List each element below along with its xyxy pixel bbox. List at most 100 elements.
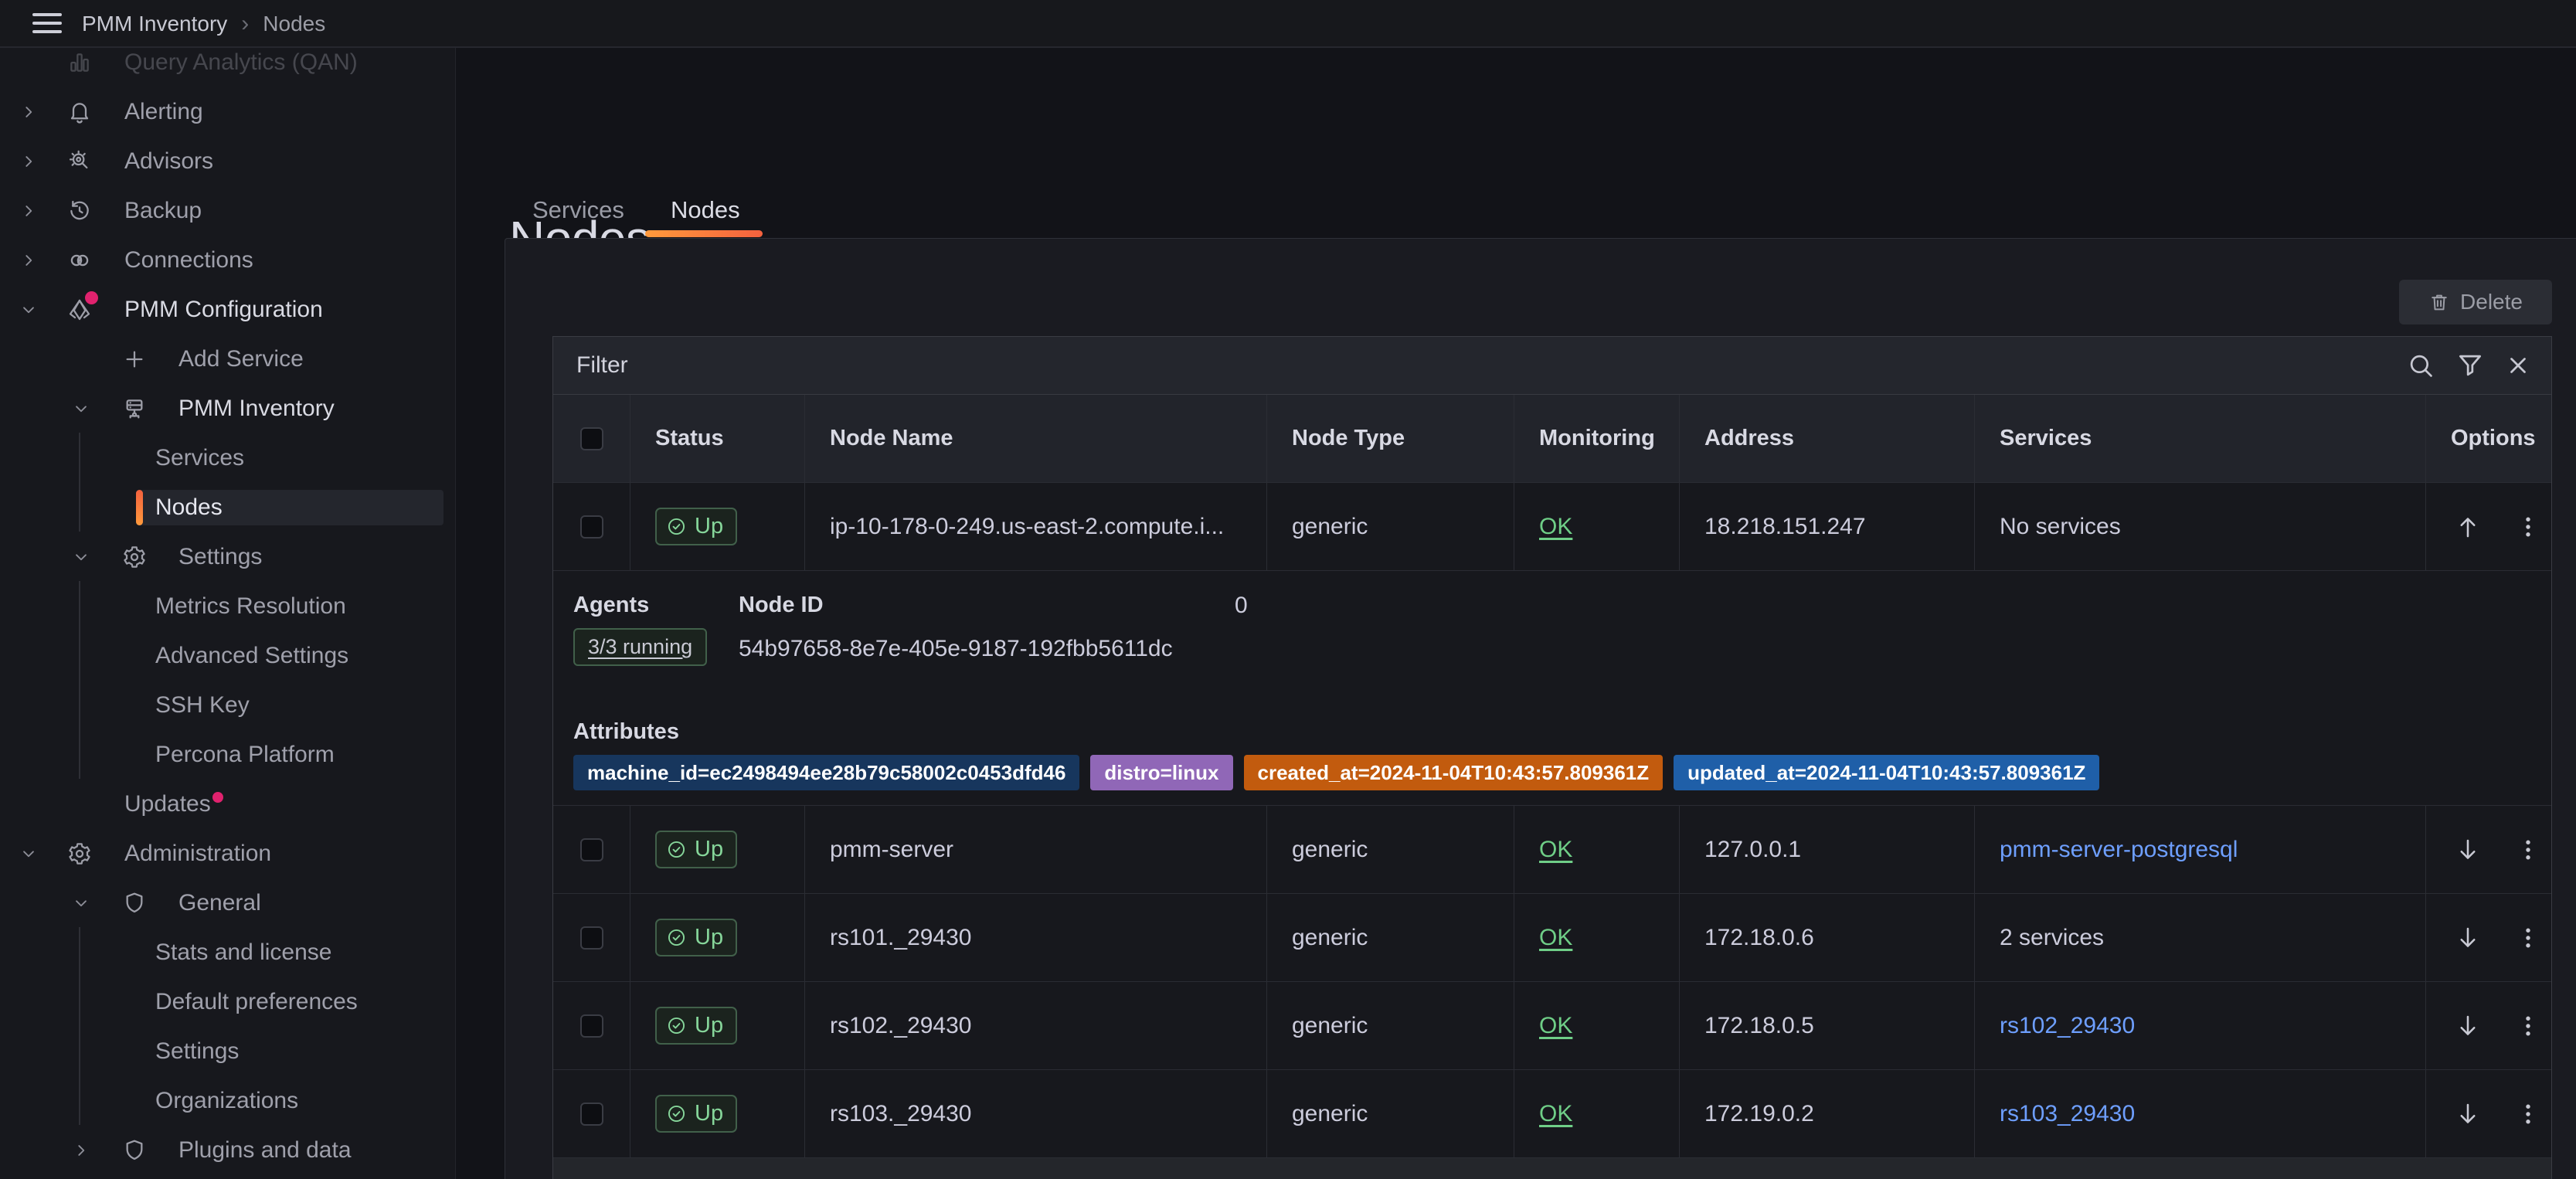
address-cell: 172.19.0.2: [1680, 1070, 1975, 1157]
status-cell: Up: [630, 806, 805, 893]
sidebar-item-label: Services: [155, 433, 244, 483]
row-checkbox[interactable]: [580, 1014, 603, 1038]
sidebar-item-label: Stats and license: [155, 928, 331, 977]
breadcrumb-pmm-inventory[interactable]: PMM Inventory: [82, 12, 227, 36]
sidebar-item-pmm-configuration[interactable]: PMM Configuration: [0, 285, 455, 335]
monitoring-link[interactable]: OK: [1539, 1013, 1572, 1039]
search-icon[interactable]: [2406, 351, 2435, 380]
qan-icon: [67, 50, 92, 75]
sidebar-item-label: Advanced Settings: [155, 631, 348, 681]
sidebar-item-administration[interactable]: Administration: [0, 829, 455, 878]
options-cell: [2426, 982, 2551, 1069]
tree-indent-guide: [79, 581, 80, 779]
chevron-right-icon[interactable]: [19, 201, 39, 221]
service-link[interactable]: rs102_29430: [2000, 1013, 2135, 1039]
collapse-row-icon[interactable]: [2454, 513, 2482, 541]
kebab-menu-icon[interactable]: [2514, 1012, 2542, 1040]
nodes-table: Filter StatusNode NameNode TypeMonitorin…: [552, 336, 2552, 1179]
chevron-right-icon[interactable]: [19, 250, 39, 270]
service-link[interactable]: pmm-server-postgresql: [2000, 837, 2238, 863]
sidebar-item-stats-and-license[interactable]: Stats and license: [0, 928, 455, 977]
row-checkbox[interactable]: [580, 926, 603, 950]
sidebar-item-services[interactable]: Services: [0, 433, 455, 483]
sidebar-item-general[interactable]: General: [0, 878, 455, 928]
sidebar-item-metrics-resolution[interactable]: Metrics Resolution: [0, 582, 455, 631]
kebab-menu-icon[interactable]: [2514, 1100, 2542, 1128]
table-body: Up ip-10-178-0-249.us-east-2.compute.i..…: [553, 482, 2551, 1157]
chevron-right-icon[interactable]: [19, 102, 39, 122]
select-all-checkbox[interactable]: [580, 427, 603, 450]
sidebar-item-settings[interactable]: Settings: [0, 1027, 455, 1076]
sidebar-item-backup[interactable]: Backup: [0, 186, 455, 236]
chevron-down-icon[interactable]: [71, 547, 91, 567]
gear-icon: [67, 841, 92, 866]
active-tab-indicator: [645, 230, 763, 237]
sidebar-item-organizations[interactable]: Organizations: [0, 1076, 455, 1126]
sidebar-item-settings[interactable]: Settings: [0, 532, 455, 582]
sidebar-item-plugins-and-data[interactable]: Plugins and data: [0, 1126, 455, 1175]
close-icon[interactable]: [2505, 352, 2531, 379]
kebab-menu-icon[interactable]: [2514, 836, 2542, 864]
monitoring-link[interactable]: OK: [1539, 925, 1572, 951]
main-content: Nodes Services Nodes Delete Filter Statu…: [456, 48, 2576, 1179]
chevron-down-icon[interactable]: [19, 300, 39, 320]
status-badge: Up: [655, 919, 737, 956]
expand-row-icon[interactable]: [2454, 924, 2482, 952]
column-header-services: Services: [1975, 395, 2426, 482]
chevron-right-icon[interactable]: [71, 1140, 91, 1160]
chevron-down-icon[interactable]: [19, 844, 39, 864]
delete-button[interactable]: Delete: [2399, 280, 2552, 324]
kebab-menu-icon[interactable]: [2514, 924, 2542, 952]
chevron-right-icon[interactable]: [19, 151, 39, 172]
chevron-down-icon[interactable]: [71, 893, 91, 913]
address-cell: 172.18.0.5: [1680, 982, 1975, 1069]
monitoring-link[interactable]: OK: [1539, 514, 1572, 540]
breadcrumb: PMM Inventory › Nodes: [82, 0, 325, 48]
filter-funnel-icon[interactable]: [2455, 351, 2485, 380]
sidebar-item-query-analytics-qan[interactable]: Query Analytics (QAN): [0, 48, 455, 87]
sidebar-item-default-preferences[interactable]: Default preferences: [0, 977, 455, 1027]
sidebar-item-add-service[interactable]: Add Service: [0, 335, 455, 384]
table-row: Up rs102._29430 generic OK 172.18.0.5 rs…: [553, 981, 2551, 1069]
monitoring-link[interactable]: OK: [1539, 1101, 1572, 1127]
service-link[interactable]: rs103_29430: [2000, 1101, 2135, 1127]
sidebar-item-label: Advisors: [124, 137, 213, 186]
sidebar-item-label: Metrics Resolution: [155, 582, 346, 631]
expand-row-icon[interactable]: [2454, 1012, 2482, 1040]
menu-toggle-icon[interactable]: [32, 13, 62, 35]
column-header-address: Address: [1680, 395, 1975, 482]
tab-nodes[interactable]: Nodes: [671, 195, 740, 226]
sidebar-item-pmm-inventory[interactable]: PMM Inventory: [0, 384, 455, 433]
agents-status-badge[interactable]: 3/3 running: [573, 628, 707, 666]
expand-row-icon[interactable]: [2454, 1100, 2482, 1128]
row-checkbox[interactable]: [580, 515, 603, 539]
status-badge: Up: [655, 1007, 737, 1045]
sidebar-item-nodes[interactable]: Nodes: [0, 483, 455, 532]
sidebar-item-label: Connections: [124, 236, 253, 285]
expand-row-icon[interactable]: [2454, 836, 2482, 864]
sidebar-item-advisors[interactable]: Advisors: [0, 137, 455, 186]
column-header-status: Status: [630, 395, 805, 482]
tab-services[interactable]: Services: [532, 195, 624, 226]
services-cell: pmm-server-postgresql: [1975, 806, 2426, 893]
sidebar-item-ssh-key[interactable]: SSH Key: [0, 681, 455, 730]
kebab-menu-icon[interactable]: [2514, 513, 2542, 541]
tree-indent-guide: [79, 927, 80, 1125]
check-circle-icon: [666, 1103, 687, 1124]
sidebar-item-advanced-settings[interactable]: Advanced Settings: [0, 631, 455, 681]
row-checkbox[interactable]: [580, 1103, 603, 1126]
sidebar-item-percona-platform[interactable]: Percona Platform: [0, 730, 455, 780]
node-id-label: Node ID: [739, 593, 824, 618]
chevron-down-icon[interactable]: [71, 399, 91, 419]
attributes-label: Attributes: [573, 719, 679, 745]
row-checkbox[interactable]: [580, 838, 603, 861]
sidebar-item-label: Plugins and data: [178, 1126, 352, 1175]
node-name: pmm-server: [830, 837, 953, 863]
sidebar-item-updates[interactable]: Updates: [0, 780, 455, 829]
sidebar-item-alerting[interactable]: Alerting: [0, 87, 455, 137]
top-bar: PMM Inventory › Nodes: [0, 0, 2576, 48]
monitoring-link[interactable]: OK: [1539, 837, 1572, 863]
sidebar-item-connections[interactable]: Connections: [0, 236, 455, 285]
services-cell: 2 services: [1975, 894, 2426, 981]
breadcrumb-nodes[interactable]: Nodes: [263, 12, 325, 36]
